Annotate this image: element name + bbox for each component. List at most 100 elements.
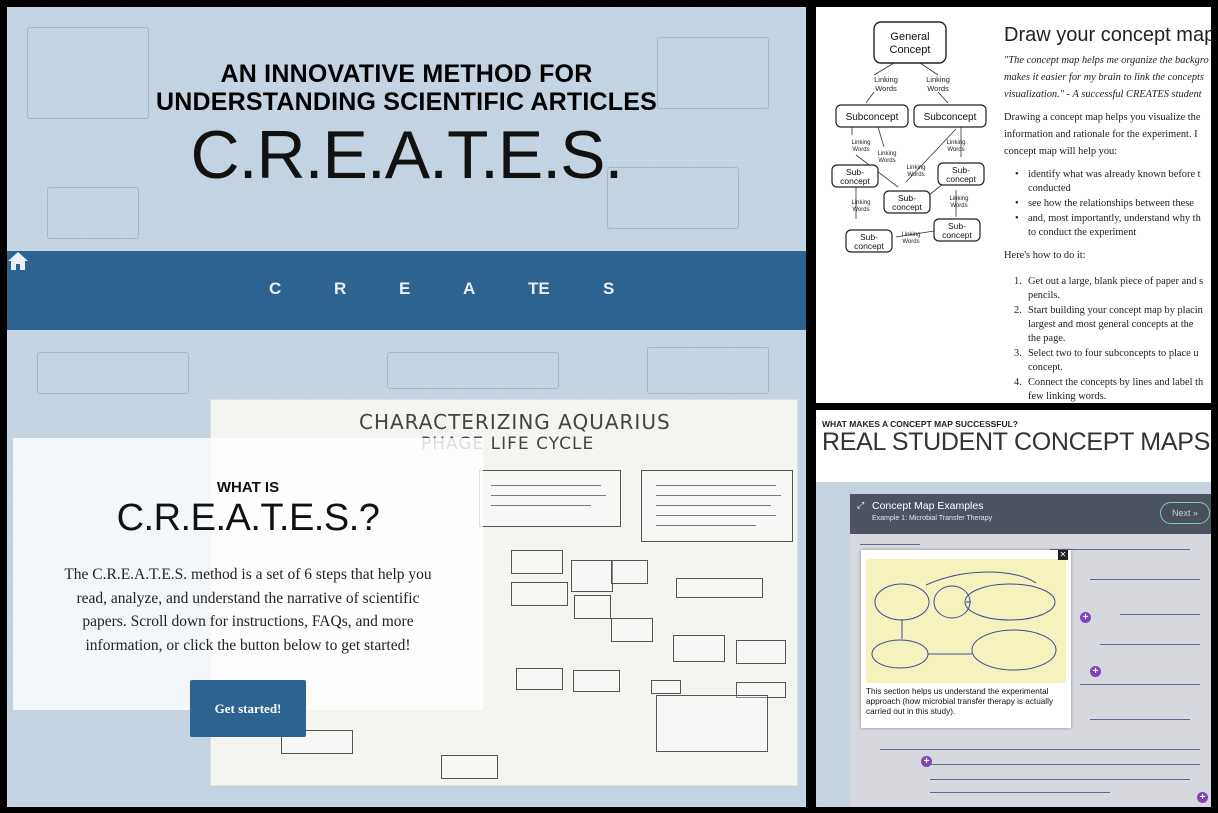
list-item-line: and, most importantly, understand why th: [1028, 213, 1201, 224]
list-item: 1. Get out a large, blank piece of paper…: [1014, 276, 1204, 301]
sketch-line: [1080, 684, 1200, 685]
popup-highlighted-map-image: [866, 559, 1066, 683]
list-item-line: the page.: [1028, 333, 1066, 344]
drawing-scribble: [656, 485, 776, 486]
quote-line: visualization." - A successful CREATES s…: [1004, 89, 1202, 100]
subconcept-label: Subconcept: [846, 112, 899, 123]
linking-words-label: Words: [875, 84, 897, 93]
nav-item-e[interactable]: E: [399, 279, 410, 299]
list-item-line: Get out a large, blank piece of paper an…: [1028, 276, 1204, 287]
list-item-line: conducted: [1028, 183, 1071, 194]
linking-words-label: Words: [878, 158, 895, 164]
intro-line: information and rationale for the experi…: [1004, 129, 1198, 140]
general-concept-label-1: General: [890, 31, 929, 43]
close-icon[interactable]: ✕: [1058, 550, 1068, 560]
list-item: 4. Connect the concepts by lines and lab…: [1014, 377, 1204, 402]
get-started-button[interactable]: Get started!: [190, 680, 306, 737]
drawing-box: [676, 578, 763, 598]
drawing-box: [611, 560, 648, 584]
background-sketch: [37, 352, 189, 394]
linking-words-label: Words: [907, 172, 924, 178]
drawing-box: [479, 470, 621, 527]
card-description-line: papers. Scroll down for instructions, FA…: [82, 613, 414, 630]
drawing-box: [571, 560, 613, 592]
list-item: 2. Start building your concept map by pl…: [1014, 305, 1203, 344]
linking-words-label: Words: [950, 203, 967, 209]
expand-icon[interactable]: ⤢: [857, 500, 864, 511]
home-icon[interactable]: [7, 251, 29, 271]
subconcept-label: Subconcept: [924, 112, 977, 123]
sketch-line: [1090, 719, 1190, 720]
list-item: see how the relationships between these: [1015, 197, 1201, 211]
expand-plus-icon[interactable]: +: [921, 756, 932, 767]
sketch-line: [1120, 614, 1200, 615]
list-item-line: few linking words.: [1028, 391, 1107, 402]
list-item-line: identify what was already known before t: [1028, 169, 1201, 180]
list-item: identify what was already known before t…: [1015, 168, 1201, 196]
drawing-box: [673, 635, 725, 662]
drawing-box: [516, 668, 563, 690]
quote-line: makes it easier for my brain to link the…: [1004, 72, 1204, 83]
sketch-line: [1050, 549, 1190, 550]
highlighted-map-sketch: [871, 571, 1057, 671]
creates-homepage-panel: AN INNOVATIVE METHOD FOR UNDERSTANDING S…: [7, 7, 806, 807]
intro-line: Drawing a concept map helps you visualiz…: [1004, 112, 1201, 123]
linking-words-label: Words: [947, 147, 964, 153]
list-item-line: to conduct the experiment: [1028, 227, 1137, 238]
drawing-scribble: [656, 525, 756, 526]
sub-concept-label: concept: [942, 230, 972, 240]
drawing-scribble: [656, 495, 781, 496]
linking-words-label: Words: [852, 147, 869, 153]
list-item: 3. Select two to four subconcepts to pla…: [1014, 347, 1203, 375]
card-description-line: information, or click the button below t…: [85, 636, 411, 654]
drawing-box: [611, 618, 653, 642]
drawing-scribble: [656, 505, 771, 506]
linking-words-label: Linking: [877, 151, 896, 157]
linking-words-label: Linking: [926, 75, 950, 84]
intro-line: concept map will help you:: [1004, 146, 1118, 157]
draw-concept-map-title: Draw your concept map: [1004, 24, 1211, 46]
nav-item-te[interactable]: TE: [528, 279, 550, 299]
list-item-line: Start building your concept map by placi…: [1028, 305, 1203, 316]
background-sketch: [387, 352, 559, 389]
list-item-line: pencils.: [1028, 290, 1061, 301]
popup-caption-line: carried out in this study).: [866, 707, 956, 716]
linking-words-label: Words: [852, 207, 869, 213]
sketch-line: [1100, 644, 1200, 645]
card-description-line: read, analyze, and understand the narrat…: [76, 589, 420, 607]
linking-words-label: Words: [902, 239, 919, 245]
sketch-line: [880, 749, 1200, 750]
linking-words-label: Linking: [874, 75, 898, 84]
expand-plus-icon[interactable]: +: [1080, 612, 1091, 623]
nav-item-c[interactable]: C: [269, 279, 281, 299]
list-item-line: concept.: [1028, 362, 1063, 373]
list-item-line: Select two to four subconcepts to place …: [1028, 348, 1199, 359]
linking-words-label: Linking: [901, 232, 920, 238]
drawing-box: [656, 695, 768, 752]
sub-concept-label: concept: [892, 202, 922, 212]
list-item-line: largest and most general concepts at the: [1028, 319, 1194, 330]
sketch-line: [930, 792, 1110, 793]
drawing-scribble: [491, 485, 601, 486]
sketch-line: [1090, 579, 1200, 580]
hero-heading-line-1: AN INNOVATIVE METHOD FOR: [220, 60, 593, 88]
section-title: REAL STUDENT CONCEPT MAPS: [822, 428, 1210, 456]
viewer-title: Concept Map Examples: [872, 500, 984, 512]
next-button[interactable]: Next »: [1160, 502, 1210, 524]
linking-words-label: Linking: [946, 140, 965, 146]
nav-item-a[interactable]: A: [463, 279, 475, 299]
hero-heading-line-2: UNDERSTANDING SCIENTIFIC ARTICLES: [155, 88, 658, 116]
nav-item-r[interactable]: R: [334, 279, 346, 299]
sketch-line: [930, 779, 1190, 780]
drawing-box: [574, 595, 611, 619]
nav-item-s[interactable]: S: [603, 279, 614, 299]
popup-caption: This section helps us understand the exp…: [866, 687, 1069, 717]
expand-plus-icon[interactable]: +: [1090, 666, 1101, 677]
expand-plus-icon[interactable]: +: [1197, 792, 1208, 803]
drawing-box: [573, 670, 620, 692]
steps-list: 1. Get out a large, blank piece of paper…: [1014, 275, 1204, 403]
drawing-box: [736, 640, 786, 664]
linking-words-label: Linking: [906, 165, 925, 171]
background-sketch: [47, 187, 139, 239]
how-to-heading: Here's how to do it:: [1004, 250, 1086, 261]
